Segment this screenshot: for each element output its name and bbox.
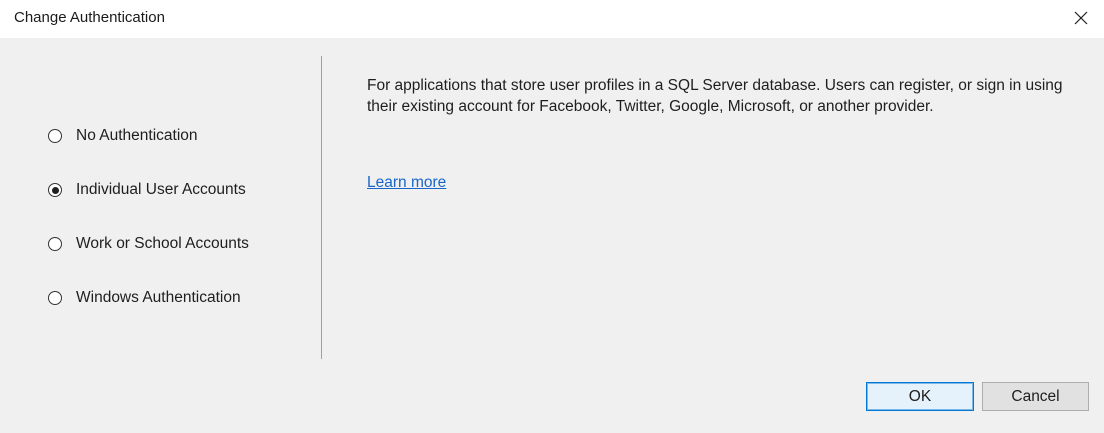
title-bar: Change Authentication — [0, 0, 1104, 38]
option-label: Work or School Accounts — [76, 235, 249, 252]
vertical-divider — [321, 56, 322, 359]
authentication-description: For applications that store user profile… — [367, 77, 1063, 115]
option-windows-authentication[interactable]: Windows Authentication — [48, 288, 249, 308]
option-label: Individual User Accounts — [76, 181, 246, 198]
dialog-content: No Authentication Individual User Accoun… — [0, 38, 1104, 433]
radio-individual-user-accounts[interactable] — [48, 183, 62, 197]
option-label: No Authentication — [76, 127, 198, 144]
dialog-title: Change Authentication — [14, 9, 165, 26]
close-icon — [1074, 11, 1088, 25]
authentication-options: No Authentication Individual User Accoun… — [48, 126, 249, 342]
radio-windows-authentication[interactable] — [48, 291, 62, 305]
option-work-or-school-accounts[interactable]: Work or School Accounts — [48, 234, 249, 254]
change-authentication-dialog: Change Authentication No Authentication … — [0, 0, 1104, 433]
cancel-button[interactable]: Cancel — [982, 382, 1089, 411]
radio-work-or-school-accounts[interactable] — [48, 237, 62, 251]
option-individual-user-accounts[interactable]: Individual User Accounts — [48, 180, 249, 200]
option-no-authentication[interactable]: No Authentication — [48, 126, 249, 146]
ok-button[interactable]: OK — [866, 382, 974, 411]
radio-no-authentication[interactable] — [48, 129, 62, 143]
option-label: Windows Authentication — [76, 289, 241, 306]
learn-more-link[interactable]: Learn more — [367, 174, 446, 192]
close-button[interactable] — [1066, 4, 1096, 32]
